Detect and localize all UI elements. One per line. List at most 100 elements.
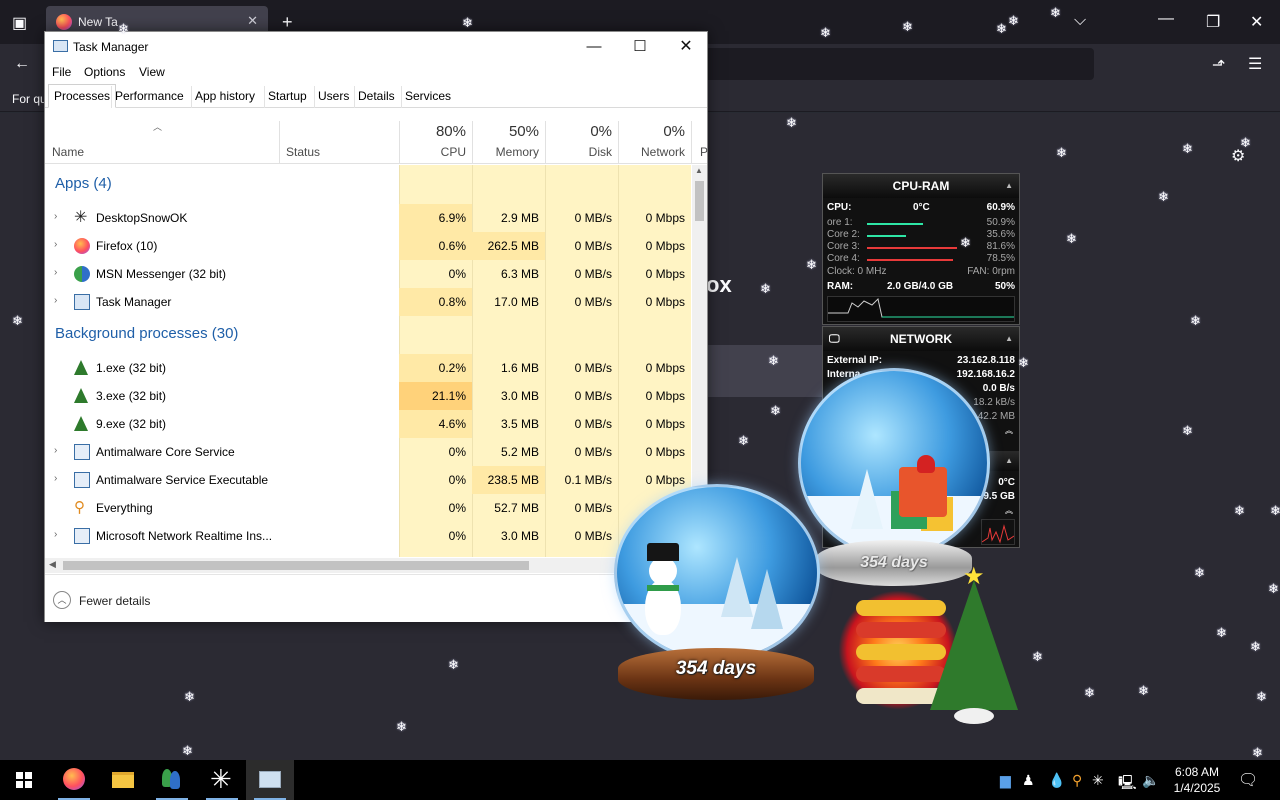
list-tabs-icon[interactable]: ⌵ bbox=[1074, 12, 1086, 30]
tab-startup[interactable]: Startup bbox=[264, 86, 310, 108]
process-row[interactable]: ⚲Everything0%52.7 MB0 MB/s0 bbox=[45, 494, 691, 522]
maximize-button[interactable]: ☐ bbox=[617, 32, 663, 62]
taskbar-task-manager[interactable] bbox=[246, 760, 294, 800]
net-total: 42.2 MB bbox=[977, 411, 1015, 422]
process-row[interactable]: › Microsoft Network Realtime Ins... 0% 3.0 … bbox=[45, 522, 691, 550]
process-row[interactable]: 9.exe (32 bit) 4.6% 3.5 MB 0 MB/s 0 Mbps bbox=[45, 410, 691, 438]
hscroll-thumb[interactable] bbox=[63, 561, 529, 570]
tab-users[interactable]: Users bbox=[314, 86, 352, 108]
snowflake-icon: ❄ bbox=[1268, 581, 1279, 596]
col-cpu-header[interactable]: 80% CPU bbox=[399, 121, 472, 164]
close-tab-icon[interactable]: ✕ bbox=[247, 13, 258, 29]
ram-pct: 50% bbox=[994, 281, 1015, 292]
network-cell: 0 Mbps bbox=[645, 239, 685, 253]
expand-chevron-icon[interactable]: › bbox=[54, 473, 57, 484]
col-network-header[interactable]: 0% Network bbox=[618, 121, 691, 164]
snowflake-icon: ❄ bbox=[1182, 141, 1193, 156]
titlebar[interactable]: Task Manager — ☐ ✕ bbox=[45, 32, 707, 62]
snowflake-icon: ❄ bbox=[1138, 683, 1149, 698]
disk-cell: 0.1 MB/s bbox=[564, 473, 612, 487]
expand-chevron-icon[interactable]: › bbox=[54, 529, 57, 540]
notifications-icon[interactable]: 🗨 bbox=[1238, 770, 1258, 790]
process-row[interactable]: › MSN Messenger (32 bit) 0% 6.3 MB 0 MB/s 0 M… bbox=[45, 260, 691, 288]
tab-performance[interactable]: Performance bbox=[111, 86, 187, 108]
col-name[interactable]: Name bbox=[52, 145, 84, 159]
menu-view[interactable]: View bbox=[139, 65, 165, 79]
process-row[interactable]: 3.exe (32 bit) 21.1% 3.0 MB 0 MB/s 0 Mbps bbox=[45, 382, 691, 410]
expand-chevron-icon[interactable]: › bbox=[54, 295, 57, 306]
cpu-ram-gadget[interactable]: CPU-RAM ▲ CPU: 0°C 60.9% ore 1: 50.9% Core … bbox=[822, 173, 1020, 325]
tray-drop-icon[interactable]: 💧 bbox=[1048, 772, 1065, 789]
process-row[interactable]: 1.exe (32 bit) 0.2% 1.6 MB 0 MB/s 0 Mbps bbox=[45, 354, 691, 382]
start-button[interactable] bbox=[0, 760, 48, 800]
disk-cell: 0 MB/s bbox=[574, 361, 612, 375]
new-tab-icon[interactable]: + bbox=[282, 12, 293, 33]
network-cell: 0 Mbps bbox=[645, 417, 685, 431]
snowflake-icon: ❄ bbox=[396, 719, 407, 734]
volume-icon[interactable]: 🔈 bbox=[1142, 772, 1159, 789]
menu-options[interactable]: Options bbox=[84, 65, 125, 79]
col-status-header[interactable]: Status bbox=[279, 121, 399, 164]
expand-chevron-icon[interactable]: › bbox=[54, 239, 57, 250]
snow-globe-left[interactable] bbox=[614, 484, 820, 662]
taskbar-messenger[interactable] bbox=[148, 760, 196, 800]
tab-processes[interactable]: Processes bbox=[48, 84, 117, 108]
taskbar-firefox[interactable] bbox=[50, 760, 98, 800]
close-button[interactable]: ✕ bbox=[663, 32, 709, 62]
chevron-up-icon[interactable]: ︽ bbox=[1005, 505, 1013, 516]
process-row[interactable]: › Antimalware Service Executable 0% 238.5 M… bbox=[45, 466, 691, 494]
horizontal-scrollbar[interactable]: ◀ bbox=[45, 558, 707, 573]
chevron-up-icon[interactable]: ︿ bbox=[53, 591, 71, 609]
process-row[interactable]: › Firefox (10) 0.6% 262.5 MB 0 MB/s 0 Mbps bbox=[45, 232, 691, 260]
network-label: Network bbox=[640, 145, 685, 159]
clock-date: 1/4/2025 bbox=[1173, 781, 1221, 795]
menu-icon[interactable]: ☰ bbox=[1248, 54, 1262, 74]
menu-file[interactable]: File bbox=[52, 65, 71, 79]
close-icon[interactable]: ✕ bbox=[1250, 12, 1263, 32]
clock[interactable]: 6:08 AM 1/4/2025 bbox=[1170, 764, 1224, 796]
taskbar-desktopsnow[interactable]: ✳ bbox=[198, 760, 246, 800]
tab-services[interactable]: Services bbox=[401, 86, 454, 108]
tray-search-icon[interactable]: ⚲ bbox=[1072, 772, 1082, 789]
minimize-icon[interactable]: — bbox=[1158, 10, 1174, 28]
back-icon[interactable]: ← bbox=[14, 55, 30, 73]
snowflake-icon: ❄ bbox=[1182, 423, 1193, 438]
taskbar-file-explorer[interactable] bbox=[98, 760, 146, 800]
process-name: Everything bbox=[96, 501, 153, 515]
task-manager-window[interactable]: Task Manager — ☐ ✕ File Options View Pro… bbox=[44, 31, 708, 622]
bookmark-item[interactable]: For qu bbox=[12, 92, 47, 106]
process-row[interactable]: › Antimalware Core Service 0% 5.2 MB 0 MB/s 0… bbox=[45, 438, 691, 466]
tab-details[interactable]: Details bbox=[354, 86, 398, 108]
memory-cell: 5.2 MB bbox=[500, 445, 539, 459]
scroll-thumb[interactable] bbox=[695, 181, 704, 221]
col-disk-header[interactable]: 0% Disk bbox=[545, 121, 618, 164]
restore-icon[interactable]: ❐ bbox=[1206, 12, 1220, 32]
process-row[interactable]: › Task Manager 0.8% 17.0 MB 0 MB/s 0 Mbps bbox=[45, 288, 691, 316]
network-icon[interactable]: 🖳 bbox=[1118, 772, 1137, 796]
snow-globe-right[interactable] bbox=[798, 368, 990, 558]
expand-chevron-icon[interactable]: › bbox=[54, 445, 57, 456]
taskbar: ✳ ▆ ♟ 💧 ⚲ ✳ 🖳 🔈 6:08 AM 1/4/2025 🗨 bbox=[0, 760, 1280, 800]
process-row[interactable]: › ✳ DesktopSnowOK 6.9% 2.9 MB 0 MB/s 0 Mbps bbox=[45, 204, 691, 232]
firefox-view-icon[interactable]: ▣ bbox=[12, 13, 27, 33]
service-icon bbox=[74, 472, 90, 488]
snowflake-icon: ❄ bbox=[1066, 231, 1077, 246]
fewer-details-link[interactable]: Fewer details bbox=[79, 594, 150, 608]
extensions-icon[interactable]: ⬏ bbox=[1212, 55, 1225, 75]
tray-snow-icon[interactable]: ✳ bbox=[1092, 772, 1104, 789]
power-label: P bbox=[700, 145, 709, 159]
tray-messenger-icon[interactable]: ♟ bbox=[1022, 772, 1035, 789]
firefox-tab-icon bbox=[56, 14, 72, 30]
fan-speed: FAN: 0rpm bbox=[967, 266, 1015, 277]
col-power-header[interactable]: P bbox=[691, 121, 709, 164]
col-memory-header[interactable]: 50% Memory bbox=[472, 121, 545, 164]
network-cell: 0 Mbps bbox=[645, 267, 685, 281]
chevron-up-icon[interactable]: ︽ bbox=[1005, 425, 1013, 436]
folder-icon bbox=[112, 772, 134, 788]
tray-app-icon[interactable]: ▆ bbox=[1000, 772, 1011, 789]
minimize-button[interactable]: — bbox=[571, 32, 617, 62]
expand-chevron-icon[interactable]: › bbox=[54, 211, 57, 222]
tab-app-history[interactable]: App history bbox=[191, 86, 258, 108]
expand-chevron-icon[interactable]: › bbox=[54, 267, 57, 278]
memory-cell: 2.9 MB bbox=[500, 211, 539, 225]
